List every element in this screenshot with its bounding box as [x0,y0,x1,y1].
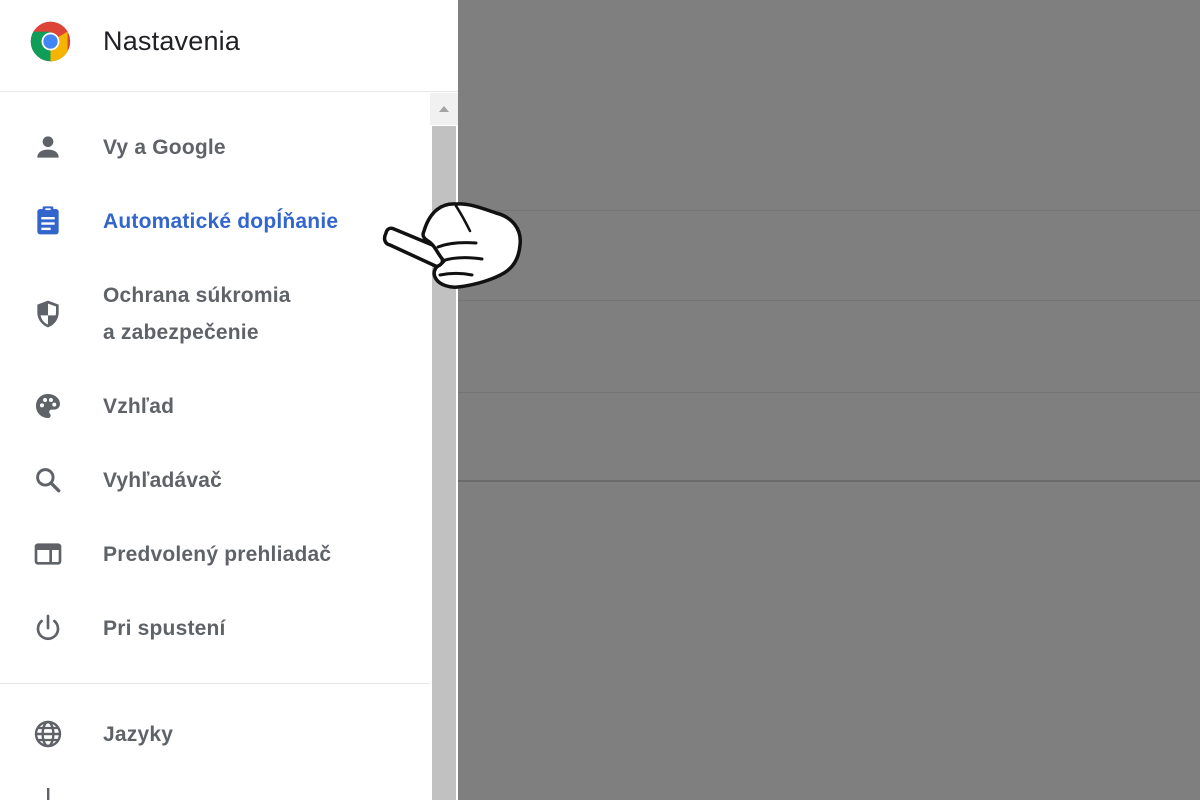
sidebar-item-appearance[interactable]: Vzhľad [0,388,430,428]
shield-icon [37,300,59,328]
triangle-up-icon [439,106,449,112]
sidebar-item-privacy-security[interactable]: Ochrana súkromia a zabezpečenie [0,277,430,355]
browser-window-icon [34,543,62,565]
person-icon [37,136,59,158]
sidebar-item-label: Vy a Google [103,136,226,159]
sidebar-item-label: Jazyky [103,723,174,746]
sidebar-item-search-engine[interactable]: Vyhľadávač [0,462,430,502]
chrome-logo-icon [30,21,71,62]
nav-divider [0,683,430,684]
content-divider [458,392,1200,393]
main-content-overlay [458,0,1200,800]
content-divider [458,210,1200,211]
sidebar-item-label: Predvolený prehliadač [103,543,332,566]
scroll-up-button[interactable] [430,93,458,125]
sidebar-item-label-line1: Ochrana súkromia [103,284,291,307]
content-divider [458,480,1200,482]
search-icon [36,468,61,493]
sidebar-item-you-and-google[interactable]: Vy a Google [0,129,430,169]
sidebar-item-label-line2: a zabezpečenie [103,321,259,344]
power-icon [36,614,60,641]
sidebar-item-autofill[interactable]: Automatické dopĺňanie [0,203,430,243]
settings-sidebar: Nastavenia Vy a Google Automatické dopĺň… [0,0,458,800]
sidebar-item-languages[interactable]: Jazyky [0,716,430,756]
settings-header: Nastavenia [0,0,458,92]
sidebar-item-label: Pri spustení [103,617,226,640]
palette-icon [36,394,60,418]
sidebar-item-label: Vzhľad [103,395,175,418]
content-divider [458,300,1200,301]
sidebar-item-label: Vyhľadávač [103,469,223,492]
download-icon [47,788,50,800]
sidebar-item-partial[interactable] [0,788,430,800]
clipboard-icon [37,206,59,235]
sidebar-item-on-startup[interactable]: Pri spustení [0,610,430,650]
pointing-hand-icon [382,202,522,289]
sidebar-item-default-browser[interactable]: Predvolený prehliadač [0,536,430,576]
sidebar-item-label: Automatické dopĺňanie [103,210,339,233]
page-title: Nastavenia [103,26,241,56]
globe-icon [34,720,62,748]
